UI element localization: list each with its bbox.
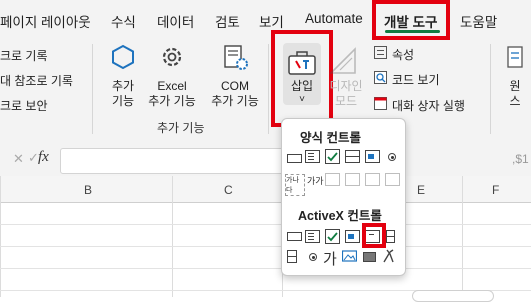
com-addins-label-line1: COM xyxy=(221,79,249,93)
insert-button-highlight xyxy=(271,30,333,127)
grid-line xyxy=(172,176,173,297)
ribbon-separator xyxy=(490,44,491,134)
list-box-activex-icon[interactable] xyxy=(345,230,360,243)
macro-security-button[interactable]: 크로 보안 xyxy=(0,97,48,114)
list-box-form-icon[interactable] xyxy=(365,150,380,163)
column-header-c[interactable]: C xyxy=(224,183,233,197)
tab-automate[interactable]: Automate xyxy=(305,11,363,26)
cancel-icon[interactable]: ✕ xyxy=(13,151,24,167)
tab-formulas[interactable]: 수식 xyxy=(111,11,136,31)
grid-line xyxy=(0,246,531,247)
gear-icon xyxy=(159,44,185,70)
formula-value-partial: ,$1 xyxy=(512,152,529,166)
activex-controls-heading: ActiveX 컨트롤 xyxy=(298,209,382,223)
view-code-icon xyxy=(374,71,387,84)
tab-data[interactable]: 데이터 xyxy=(157,11,194,31)
run-dialog-icon xyxy=(374,97,387,110)
record-macro-button[interactable]: 크로 기록 xyxy=(0,47,48,64)
column-header-e[interactable]: E xyxy=(417,183,425,197)
ribbon-separator xyxy=(92,44,93,134)
properties-button[interactable]: 속성 xyxy=(392,46,414,63)
insert-function-button[interactable]: fx xyxy=(38,149,49,166)
addins-icon xyxy=(110,44,136,70)
design-mode-button[interactable]: 디자인 모드 xyxy=(326,79,366,109)
com-addins-button[interactable]: COM 추가 기능 xyxy=(206,79,264,109)
excel-addins-label-line2: 추가 기능 xyxy=(148,94,196,108)
form-controls-heading: 양식 컨트롤 xyxy=(300,131,361,145)
excel-addins-label-line1: Excel xyxy=(157,79,187,93)
combo-box-activex-icon[interactable] xyxy=(305,230,320,243)
spin-button-form-icon[interactable] xyxy=(345,150,360,163)
addins-label-line2: 기능 xyxy=(111,94,135,108)
tab-page-layout[interactable]: 페이지 레이아웃 xyxy=(0,11,91,31)
addins-button[interactable]: 추가 기능 xyxy=(103,79,143,109)
combo-box-form-icon[interactable] xyxy=(305,150,320,163)
grid-line xyxy=(0,176,1,297)
insert-controls-dropdown: 양식 컨트롤 가나다 가가 ActiveX 컨트롤 가 xyxy=(281,118,406,276)
relative-reference-button[interactable]: 대 참조로 기록 xyxy=(0,72,73,89)
option-button-activex-icon[interactable] xyxy=(309,253,317,261)
activex-textbox-highlight xyxy=(362,223,386,248)
toggle-button-activex-icon[interactable] xyxy=(363,252,376,262)
design-mode-label-line2: 모드 xyxy=(334,94,358,108)
source-label-line2: 스 xyxy=(509,94,521,108)
design-mode-icon xyxy=(328,46,358,76)
command-button-activex-icon[interactable] xyxy=(287,232,302,241)
option-button-form-icon[interactable] xyxy=(388,153,396,161)
addins-label-line1: 추가 xyxy=(111,79,135,93)
tab-review[interactable]: 검토 xyxy=(215,11,240,31)
combo-list-form-icon[interactable] xyxy=(365,173,380,186)
run-dialog-button[interactable]: 대화 상자 실행 xyxy=(392,97,465,114)
image-activex-icon[interactable] xyxy=(341,249,358,264)
tab-view[interactable]: 보기 xyxy=(259,11,284,31)
grid-line xyxy=(0,268,531,269)
design-mode-label-line1: 디자인 xyxy=(329,79,363,93)
grid-line xyxy=(462,176,463,297)
com-addins-icon xyxy=(222,44,250,72)
tab-help[interactable]: 도움말 xyxy=(460,11,497,31)
text-field-form-icon[interactable] xyxy=(345,173,360,186)
addins-group-title: 추가 기능 xyxy=(157,121,205,135)
source-icon xyxy=(507,46,523,68)
properties-icon xyxy=(374,46,387,59)
group-box-form-icon[interactable]: 가나다 xyxy=(285,174,305,196)
column-header-row xyxy=(0,176,531,203)
source-label-line1: 원 xyxy=(509,79,521,93)
combo-dropdown-form-icon[interactable] xyxy=(385,173,400,186)
source-button[interactable]: 원 스 xyxy=(505,79,525,109)
grid-line xyxy=(0,224,531,225)
column-header-f[interactable]: F xyxy=(492,183,499,197)
column-header-b[interactable]: B xyxy=(84,183,92,197)
button-form-icon[interactable] xyxy=(287,154,302,163)
label-form-icon[interactable]: 가가 xyxy=(307,174,324,187)
ribbon-separator xyxy=(268,44,269,134)
scroll-bar-activex-icon[interactable] xyxy=(386,230,395,243)
excel-addins-button[interactable]: Excel 추가 기능 xyxy=(143,79,201,109)
ribbon-tab-bar: 페이지 레이아웃 수식 데이터 검토 보기 Automate 개발 도구 도움말 xyxy=(0,0,531,40)
formula-input[interactable] xyxy=(60,148,292,174)
more-controls-activex-icon[interactable] xyxy=(382,248,397,264)
floating-card-edge xyxy=(412,290,494,302)
scroll-bar-form-icon[interactable] xyxy=(325,173,340,186)
checkbox-form-icon[interactable] xyxy=(325,149,340,164)
label-activex-icon[interactable]: 가 xyxy=(323,248,337,269)
checkbox-activex-icon[interactable] xyxy=(325,229,340,244)
ribbon-panel xyxy=(0,40,531,141)
view-code-button[interactable]: 코드 보기 xyxy=(392,71,440,88)
com-addins-label-line2: 추가 기능 xyxy=(211,94,259,108)
spin-button-activex-icon[interactable] xyxy=(287,250,297,263)
developer-tab-highlight xyxy=(372,0,450,40)
